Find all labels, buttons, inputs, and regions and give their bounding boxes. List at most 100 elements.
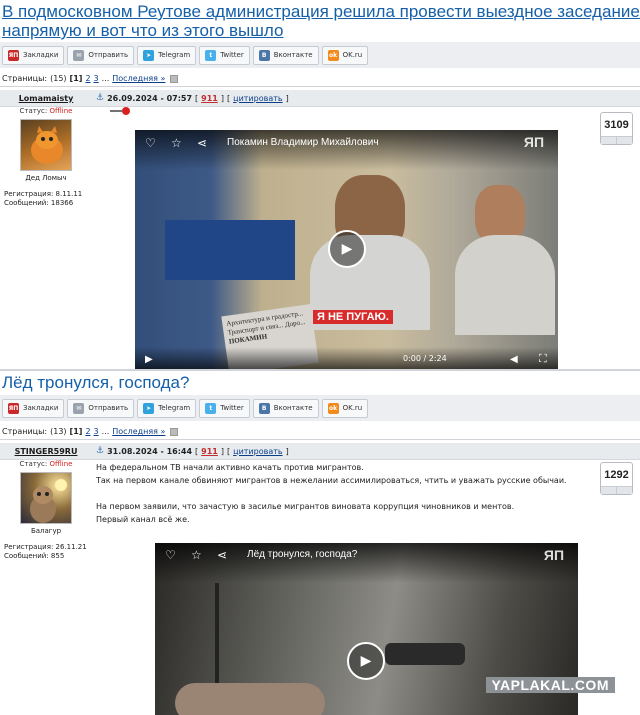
twitter-icon: t [205, 402, 217, 414]
site-watermark: YAPLAKAL.COM [485, 677, 615, 693]
share-vk-button[interactable]: B Вконтакте [252, 398, 319, 418]
share-bar: ЯП Закладки ✉ Отправить ➤ Telegram t Twitter… [0, 42, 640, 68]
mail-icon: ✉ [73, 402, 85, 414]
pager-page-3[interactable]: 3 [94, 74, 99, 83]
share-ok-button[interactable]: ok OK.ru [321, 45, 369, 65]
rating-plus-button[interactable] [617, 487, 632, 494]
online-indicator-icon [110, 106, 132, 116]
cite-link[interactable]: цитировать [233, 447, 282, 456]
share-bookmarks-button[interactable]: ЯП Закладки [2, 398, 65, 418]
post-meta-row: Lomamaisty ⚓ 26.09.2024 - 07:57 [911] [ц… [0, 90, 640, 107]
favorite-icon[interactable]: ☆ [191, 548, 202, 562]
username-link[interactable]: Lomamaisty [0, 94, 92, 103]
twitter-icon: t [205, 49, 217, 61]
post-title-line2[interactable]: напрямую и вот что из этого вышло [2, 21, 638, 40]
yap-logo: ЯП [523, 134, 544, 150]
share-send-button[interactable]: ✉ Отправить [67, 45, 135, 65]
share-twitter-button[interactable]: t Twitter [199, 45, 250, 65]
vk-icon: B [258, 49, 270, 61]
fullscreen-icon[interactable]: ⛶ [539, 352, 547, 366]
avatar[interactable] [20, 472, 72, 524]
user-caption: Балагур [30, 527, 62, 535]
avatar-cat-image [30, 479, 67, 523]
rating-minus-button[interactable] [601, 487, 617, 494]
share-telegram-button[interactable]: ➤ Telegram [137, 398, 197, 418]
play-button[interactable]: ▶ [347, 642, 385, 680]
rating-box: 3109 [600, 112, 633, 145]
pager: Страницы: (13) [1] 2 3 ... Последняя » [0, 424, 640, 440]
post-date: 31.08.2024 - 16:44 [107, 446, 193, 456]
avatar-cat-image [31, 126, 63, 164]
post-2: Лёд тронулся, господа? ЯП Закладки ✉ Отпра… [0, 371, 640, 460]
anchor-icon[interactable]: ⚓ [96, 93, 104, 103]
yap-logo: ЯП [543, 547, 564, 563]
like-icon[interactable]: ♡ [165, 548, 176, 562]
rating-value: 1292 [604, 469, 629, 481]
post-body-line: На первом заявили, что зачастую в засиль… [96, 502, 515, 511]
yap-icon: ЯП [8, 49, 19, 61]
share-ok-button[interactable]: ok OK.ru [321, 398, 369, 418]
post-title-link[interactable]: Лёд тронулся, господа? [0, 371, 640, 393]
cite-link[interactable]: цитировать [233, 94, 282, 103]
share-bar: ЯП Закладки ✉ Отправить ➤ Telegram t Twitter… [0, 395, 640, 421]
pager-page-3[interactable]: 3 [94, 427, 99, 436]
share-icon[interactable]: ⋖ [197, 136, 207, 150]
user-messages: Сообщений: 855 [4, 552, 65, 560]
post-body: На федеральном ТВ начали активно качать … [96, 461, 596, 526]
rating-box: 1292 [600, 462, 633, 495]
pager-page-2[interactable]: 2 [85, 74, 90, 83]
post-number[interactable]: 911 [201, 447, 218, 456]
share-icon[interactable]: ⋖ [217, 548, 227, 562]
post-title-line1[interactable]: В подмосковном Реутове администрация реш… [2, 2, 640, 21]
ok-icon: ok [327, 49, 339, 61]
video-caption: Я НЕ ПУГАЮ. [313, 310, 393, 324]
vk-icon: B [258, 402, 270, 414]
pager-menu-icon[interactable] [170, 74, 179, 83]
user-registration: Регистрация: 8.11.11 [4, 190, 83, 198]
user-caption: Дед Ломыч [25, 174, 67, 182]
video-player-1[interactable]: Архитектура и градостр... Транспорт и св… [135, 130, 558, 369]
pager-menu-icon[interactable] [170, 427, 179, 436]
post-number[interactable]: 911 [201, 94, 218, 103]
telegram-icon: ➤ [143, 49, 155, 61]
status-badge: Offline [49, 107, 73, 115]
pager: Страницы: (15) [1] 2 3 ... Последняя » [0, 71, 640, 87]
like-icon[interactable]: ♡ [145, 136, 156, 150]
post-body-line: На федеральном ТВ начали активно качать … [96, 463, 364, 472]
ok-icon: ok [327, 402, 339, 414]
yap-icon: ЯП [8, 402, 19, 414]
video-title: Покамин Владимир Михайлович [227, 137, 379, 148]
share-telegram-button[interactable]: ➤ Telegram [137, 45, 197, 65]
post-1: В подмосковном Реутове администрация реш… [0, 0, 640, 107]
share-twitter-button[interactable]: t Twitter [199, 398, 250, 418]
pager-current: [1] [69, 427, 83, 436]
post-date: 26.09.2024 - 07:57 [107, 93, 193, 103]
user-pane-2: Статус: Offline Балагур Регистрация: 26.… [0, 456, 92, 561]
avatar[interactable] [20, 119, 72, 171]
post-meta-row: STINGER59RU ⚓ 31.08.2024 - 16:44 [911] [… [0, 443, 640, 460]
favorite-icon[interactable]: ☆ [171, 136, 182, 150]
volume-icon[interactable]: ◀ [510, 354, 518, 365]
share-bookmarks-button[interactable]: ЯП Закладки [2, 45, 65, 65]
post-title-link[interactable]: В подмосковном Реутове администрация реш… [0, 0, 640, 40]
share-vk-button[interactable]: B Вконтакте [252, 45, 319, 65]
share-send-button[interactable]: ✉ Отправить [67, 398, 135, 418]
post-body-line: Первый канал всё же. [96, 515, 190, 524]
rating-value: 3109 [604, 119, 629, 131]
rating-plus-button[interactable] [617, 137, 632, 144]
telegram-icon: ➤ [143, 402, 155, 414]
pager-last[interactable]: Последняя » [112, 74, 165, 83]
video-time: 0:00 / 2:24 [403, 354, 447, 363]
play-button[interactable]: ▶ [328, 230, 366, 268]
mail-icon: ✉ [73, 49, 85, 61]
pager-current: [1] [69, 74, 83, 83]
username-link[interactable]: STINGER59RU [0, 447, 92, 456]
pager-last[interactable]: Последняя » [112, 427, 165, 436]
user-pane-1: Статус: Offline Дед Ломыч Регистрация: 8… [0, 103, 92, 208]
play-small-icon[interactable]: ▶ [145, 354, 153, 365]
rating-minus-button[interactable] [601, 137, 617, 144]
anchor-icon[interactable]: ⚓ [96, 446, 104, 456]
user-registration: Регистрация: 26.11.21 [4, 543, 87, 551]
post-body-line: Так на первом канале обвиняют мигрантов … [96, 476, 567, 485]
pager-page-2[interactable]: 2 [85, 427, 90, 436]
